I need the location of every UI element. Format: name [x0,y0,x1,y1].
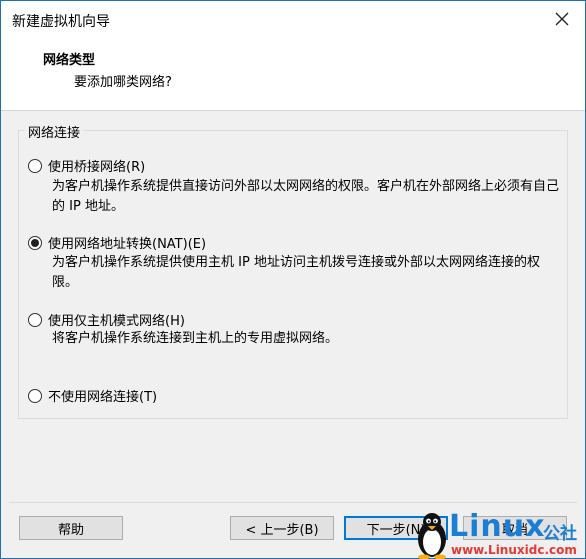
back-button[interactable]: < 上一步(B) [230,516,334,540]
wizard-window: 新建虚拟机向导 网络类型 要添加哪类网络? 网络连接 使用桥接网络(R) 为客户… [0,0,586,559]
penguin-icon [418,513,446,559]
footer-divider [9,502,577,503]
radio-button[interactable] [28,158,42,173]
close-button[interactable] [539,1,585,37]
page-subtitle: 要添加哪类网络? [74,75,172,90]
help-button[interactable]: 帮助 [19,516,123,540]
radio-label: 使用桥接网络(R) [48,160,146,175]
page-title: 网络类型 [43,53,96,68]
watermark-url: www.Linuxidc.com [451,543,577,557]
window-title: 新建虚拟机向导 [12,14,110,30]
radio-button[interactable] [28,235,42,250]
watermark-logo: Linux 公社 www.Linuxidc.com [415,509,585,559]
group-label: 网络连接 [25,122,84,141]
watermark-suffix: 公社 [543,524,577,544]
radio-button[interactable] [28,388,42,403]
radio-label: 不使用网络连接(T) [48,390,158,405]
radio-bridged[interactable]: 使用桥接网络(R) [28,156,145,175]
wizard-header: 网络类型 要添加哪类网络? [1,37,585,111]
option-description: 为客户机操作系统提供直接访问外部以太网网络的权限。客户机在外部网络上必须有自己的… [52,179,560,214]
radio-no-network[interactable]: 不使用网络连接(T) [28,386,157,405]
watermark-brand: Linux [449,509,546,544]
radio-host-only[interactable]: 使用仅主机模式网络(H) [28,310,185,329]
radio-label: 使用仅主机模式网络(H) [48,314,185,329]
close-icon [555,12,569,26]
title-bar: 新建虚拟机向导 [1,1,585,37]
radio-nat[interactable]: 使用网络地址转换(NAT)(E) [28,233,206,252]
option-description: 将客户机操作系统连接到主机上的专用虚拟网络。 [52,331,339,346]
option-description: 为客户机操作系统提供使用主机 IP 地址访问主机拨号连接或外部以太网网络连接的权… [52,255,540,290]
radio-button[interactable] [28,312,42,327]
radio-label: 使用网络地址转换(NAT)(E) [48,237,207,252]
